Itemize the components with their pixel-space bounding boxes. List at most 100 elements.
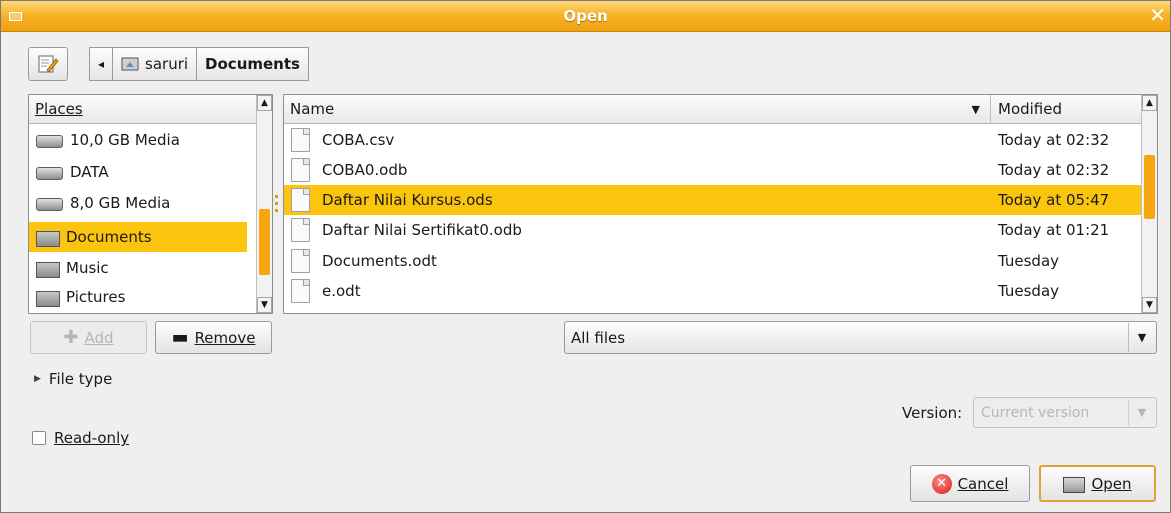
file-modified: Tuesday (998, 252, 1060, 270)
cancel-icon: ✕ (931, 473, 952, 494)
document-icon (290, 249, 310, 273)
breadcrumb-label: saruri (145, 55, 189, 73)
file-modified: Today at 02:32 (998, 161, 1110, 179)
document-icon (290, 158, 310, 182)
file-modified: Today at 05:47 (998, 191, 1110, 209)
breadcrumb-back-button[interactable]: ◂ (89, 47, 114, 81)
breadcrumb: ◂ saruri Documents (89, 47, 309, 81)
file-name: COBA.csv (322, 131, 395, 149)
type-location-button[interactable] (28, 47, 68, 81)
file-row-selected[interactable]: Daftar Nilai Kursus.ods Today at 05:47 (284, 185, 1141, 215)
pane-splitter[interactable] (275, 191, 279, 231)
add-bookmark-button[interactable]: ✚ Add (30, 321, 147, 354)
chevron-left-icon: ◂ (98, 57, 105, 71)
window-title: Open (563, 7, 608, 25)
remove-bookmark-button[interactable]: ▬ Remove (155, 321, 272, 354)
minus-icon: ▬ (171, 327, 189, 348)
scroll-up-icon[interactable]: ▲ (257, 95, 272, 111)
place-item-pictures[interactable]: Pictures (29, 282, 247, 312)
breadcrumb-saruri[interactable]: saruri (113, 47, 198, 81)
breadcrumb-documents[interactable]: Documents (197, 47, 309, 81)
place-label: 10,0 GB Media (70, 131, 180, 149)
places-header[interactable]: Places (29, 95, 257, 124)
folder-open-icon (1063, 475, 1086, 493)
plus-icon: ✚ (63, 327, 79, 348)
expander-triangle-icon: ▶ (34, 374, 41, 384)
document-icon (290, 128, 310, 152)
folder-icon (35, 260, 60, 278)
place-item-10gb-media[interactable]: 10,0 GB Media (29, 125, 247, 155)
file-type-expander[interactable]: ▶ File type (34, 370, 112, 388)
column-modified-label: Modified (998, 100, 1063, 118)
file-name: Documents.odt (322, 252, 437, 270)
file-modified: Tuesday (998, 282, 1060, 300)
place-label: 8,0 GB Media (70, 194, 171, 212)
file-name: Daftar Nilai Kursus.ods (322, 191, 493, 209)
place-label: Music (66, 259, 109, 277)
place-item-documents[interactable]: Documents (29, 222, 247, 252)
places-header-label: Places (35, 100, 83, 118)
home-folder-icon (121, 57, 139, 71)
breadcrumb-label: Documents (205, 55, 300, 73)
version-label: Version: (902, 404, 963, 422)
file-list-scrollbar[interactable]: ▲ ▼ (1141, 95, 1157, 313)
document-icon (290, 218, 310, 242)
column-header-modified[interactable]: Modified (992, 95, 1141, 123)
sort-descending-icon: ▼ (971, 103, 980, 116)
place-item-data[interactable]: DATA (29, 157, 247, 187)
file-row[interactable]: COBA.csv Today at 02:32 (284, 125, 1141, 155)
scroll-down-icon[interactable]: ▼ (1142, 297, 1157, 313)
open-button[interactable]: Open (1039, 465, 1156, 502)
file-list: Name ▼ Modified COBA.csv Today at 02:32 … (283, 94, 1158, 314)
place-label: Pictures (66, 288, 126, 306)
title-bar[interactable]: Open ✕ (1, 1, 1170, 32)
file-row[interactable]: e.odt Tuesday (284, 276, 1141, 306)
places-scrollbar[interactable]: ▲ ▼ (256, 95, 272, 313)
scroll-thumb[interactable] (259, 209, 270, 275)
place-item-music[interactable]: Music (29, 253, 247, 283)
document-icon (290, 279, 310, 303)
file-name: COBA0.odb (322, 161, 408, 179)
place-label: Documents (66, 228, 152, 246)
read-only-label: Read-only (54, 429, 130, 447)
drive-icon (35, 164, 63, 180)
column-header-name[interactable]: Name ▼ (284, 95, 991, 123)
remove-label: Remove (194, 328, 256, 347)
file-type-label: File type (48, 370, 113, 388)
cancel-button[interactable]: ✕ Cancel (910, 465, 1030, 502)
read-only-checkbox[interactable] (32, 431, 46, 445)
file-name: e.odt (322, 282, 361, 300)
file-name: Daftar Nilai Sertifikat0.odb (322, 221, 522, 239)
column-name-label: Name (290, 100, 335, 118)
file-filter-select[interactable]: All files ▼ (564, 321, 1157, 354)
chevron-down-icon: ▼ (1128, 399, 1155, 426)
scroll-up-icon[interactable]: ▲ (1142, 95, 1157, 111)
place-item-8gb-media[interactable]: 8,0 GB Media (29, 188, 247, 218)
filter-value: All files (571, 328, 626, 347)
scroll-thumb[interactable] (1144, 155, 1155, 219)
folder-icon (35, 229, 60, 247)
drive-icon (35, 132, 63, 148)
file-modified: Today at 01:21 (998, 221, 1110, 239)
close-icon[interactable]: ✕ (1149, 5, 1166, 25)
open-label: Open (1091, 474, 1132, 493)
read-only-checkbox-row[interactable]: Read-only (32, 429, 129, 447)
file-row[interactable]: COBA0.odb Today at 02:32 (284, 155, 1141, 185)
open-dialog: Open ✕ ◂ saruri Documents Places 10,0 GB… (0, 0, 1171, 513)
drive-icon (35, 195, 63, 211)
file-row[interactable]: Documents.odt Tuesday (284, 246, 1141, 276)
chevron-down-icon: ▼ (1128, 323, 1155, 352)
file-modified: Today at 02:32 (998, 131, 1110, 149)
add-label: Add (84, 328, 114, 347)
place-label: DATA (70, 163, 109, 181)
file-row[interactable]: Daftar Nilai Sertifikat0.odb Today at 01… (284, 215, 1141, 245)
version-select[interactable]: Current version ▼ (973, 397, 1157, 428)
version-value: Current version (981, 404, 1090, 421)
file-list-header: Name ▼ Modified (284, 95, 1141, 124)
pencil-icon (38, 55, 59, 73)
places-panel: Places 10,0 GB Media DATA 8,0 GB Media D… (28, 94, 273, 314)
document-icon (290, 188, 310, 212)
scroll-down-icon[interactable]: ▼ (257, 297, 272, 313)
cancel-label: Cancel (957, 474, 1009, 493)
folder-icon (35, 289, 60, 307)
